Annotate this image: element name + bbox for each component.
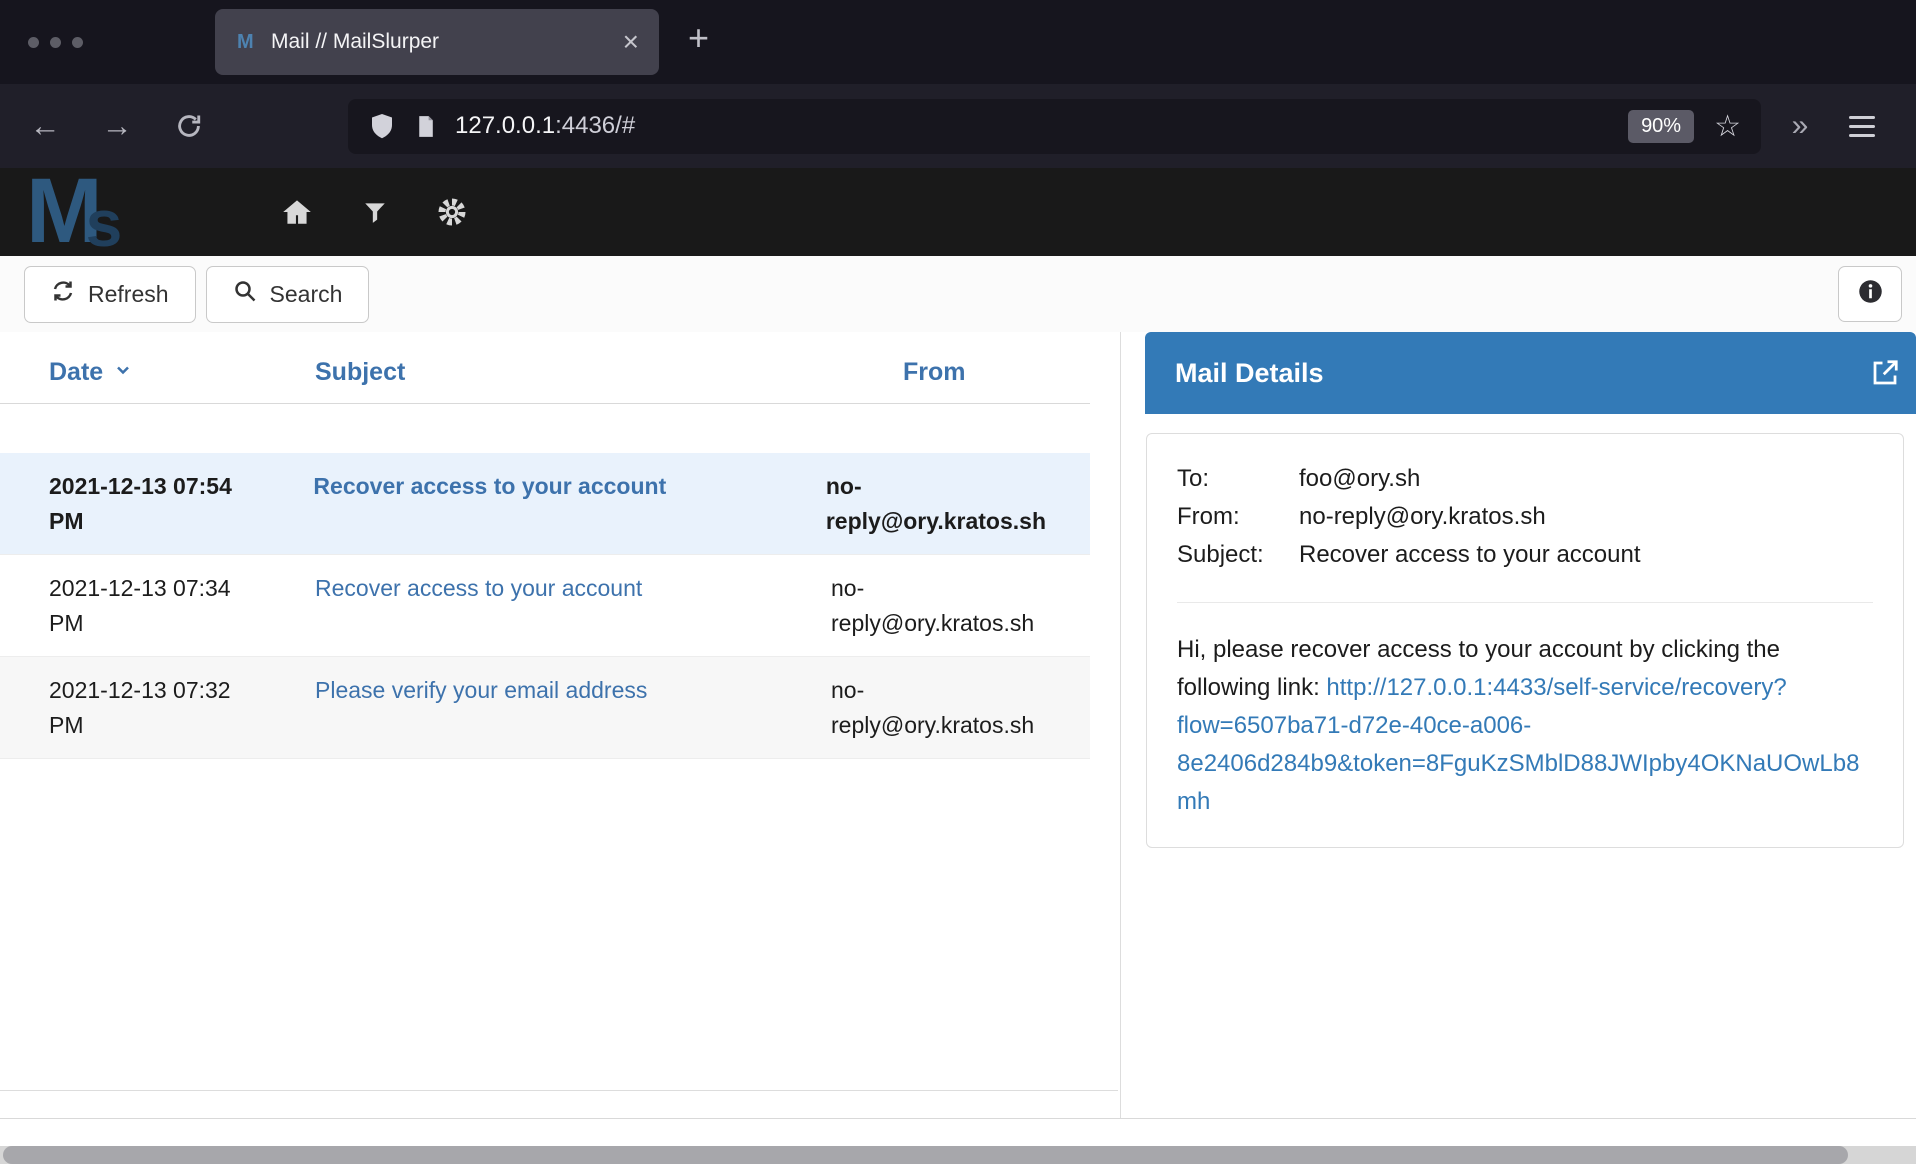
mail-list-header: Date Subject From (0, 332, 1090, 404)
shield-icon[interactable] (368, 112, 396, 140)
action-toolbar: Refresh Search (0, 256, 1916, 332)
mail-row[interactable]: 2021-12-13 07:54 PM Recover access to yo… (0, 453, 1090, 555)
mail-details-title: Mail Details (1175, 358, 1870, 389)
nav-controls: ← → (16, 97, 218, 155)
column-header-from[interactable]: From (831, 358, 1090, 387)
info-button[interactable] (1838, 266, 1902, 322)
mail-row[interactable]: 2021-12-13 07:32 PM Please verify your e… (0, 657, 1090, 759)
mail-row-date: 2021-12-13 07:32 PM (0, 673, 315, 742)
mail-row-from: no-reply@ory.kratos.sh (831, 571, 1090, 640)
bookmark-star-icon[interactable]: ☆ (1714, 109, 1741, 144)
mail-body: Hi, please recover access to your accoun… (1177, 631, 1873, 821)
details-divider (1177, 602, 1873, 603)
sort-chevron-down-icon (113, 358, 133, 387)
mailslurper-logo: M s (26, 174, 236, 249)
mail-detail-field: From: no-reply@ory.kratos.sh (1177, 498, 1873, 536)
column-header-date-label: Date (49, 358, 103, 387)
scrollbar-thumb[interactable] (3, 1146, 1848, 1164)
back-icon[interactable]: ← (16, 97, 74, 155)
mail-row-subject[interactable]: Please verify your email address (315, 677, 647, 703)
browser-tab[interactable]: M Mail // MailSlurper × (215, 9, 659, 75)
reload-icon[interactable] (160, 97, 218, 155)
home-icon[interactable] (280, 195, 314, 229)
mail-detail-field: To: foo@ory.sh (1177, 460, 1873, 498)
url-path: :4436/# (555, 112, 635, 139)
logo-letter-s: s (86, 198, 123, 249)
refresh-icon (51, 279, 75, 309)
app-header: M s (0, 168, 1916, 256)
mail-detail-field: Subject: Recover access to your account (1177, 536, 1873, 574)
mail-details-header: Mail Details (1145, 332, 1916, 414)
window-dot (28, 37, 39, 48)
hamburger-menu-icon[interactable] (1849, 110, 1875, 143)
mail-details-card: To: foo@ory.sh From: no-reply@ory.kratos… (1146, 433, 1904, 848)
toolbar-overflow-icon[interactable]: » (1777, 109, 1823, 143)
info-icon (1857, 278, 1884, 310)
zoom-level-badge[interactable]: 90% (1628, 110, 1694, 143)
refresh-button[interactable]: Refresh (24, 266, 196, 323)
tab-favicon-icon: M (237, 31, 271, 54)
mail-row[interactable]: 2021-12-13 07:34 PM Recover access to yo… (0, 555, 1090, 657)
field-label: To: (1177, 460, 1299, 498)
field-label: Subject: (1177, 536, 1299, 574)
bottom-divider (0, 1118, 1916, 1119)
window-dot (50, 37, 61, 48)
mail-row-date: 2021-12-13 07:34 PM (0, 571, 315, 640)
external-link-icon[interactable] (1870, 358, 1900, 388)
field-label: From: (1177, 498, 1299, 536)
refresh-button-label: Refresh (88, 281, 169, 308)
url-host: 127.0.0.1 (455, 112, 555, 139)
column-header-date[interactable]: Date (0, 358, 315, 387)
url-bar[interactable]: 127.0.0.1:4436/# 90% ☆ (348, 99, 1761, 154)
filter-icon[interactable] (362, 199, 388, 225)
horizontal-scrollbar[interactable] (0, 1146, 1916, 1164)
url-text: 127.0.0.1:4436/# (455, 112, 635, 140)
mail-list-rows: 2021-12-13 07:54 PM Recover access to yo… (0, 453, 1090, 759)
field-value: no-reply@ory.kratos.sh (1299, 498, 1873, 536)
field-value: Recover access to your account (1299, 536, 1873, 574)
column-header-subject[interactable]: Subject (315, 358, 831, 387)
search-icon (233, 279, 257, 309)
mail-row-subject[interactable]: Recover access to your account (313, 473, 666, 499)
search-button-label: Search (270, 281, 343, 308)
search-button[interactable]: Search (206, 266, 370, 323)
forward-icon[interactable]: → (88, 97, 146, 155)
window-controls (28, 37, 83, 48)
browser-tabstrip: M Mail // MailSlurper × + (0, 0, 1916, 84)
pane-divider (1120, 332, 1121, 1118)
mail-row-date: 2021-12-13 07:54 PM (0, 469, 313, 538)
page-info-icon[interactable] (413, 114, 438, 139)
mail-list-pane: Date Subject From 2021-12-13 07:54 PM Re… (0, 332, 1118, 1091)
gear-icon[interactable] (436, 196, 468, 228)
tab-close-icon[interactable]: × (623, 28, 639, 56)
app-nav-icons (280, 195, 468, 229)
browser-navbar: ← → 127.0.0.1:4436/# 90% ☆ » (0, 84, 1916, 168)
mail-detail-fields: To: foo@ory.sh From: no-reply@ory.kratos… (1177, 460, 1873, 574)
mail-row-from: no-reply@ory.kratos.sh (826, 469, 1090, 538)
new-tab-button[interactable]: + (688, 20, 709, 56)
mail-row-from: no-reply@ory.kratos.sh (831, 673, 1090, 742)
tab-title: Mail // MailSlurper (271, 30, 611, 54)
mail-row-subject[interactable]: Recover access to your account (315, 575, 642, 601)
window-dot (72, 37, 83, 48)
field-value: foo@ory.sh (1299, 460, 1873, 498)
